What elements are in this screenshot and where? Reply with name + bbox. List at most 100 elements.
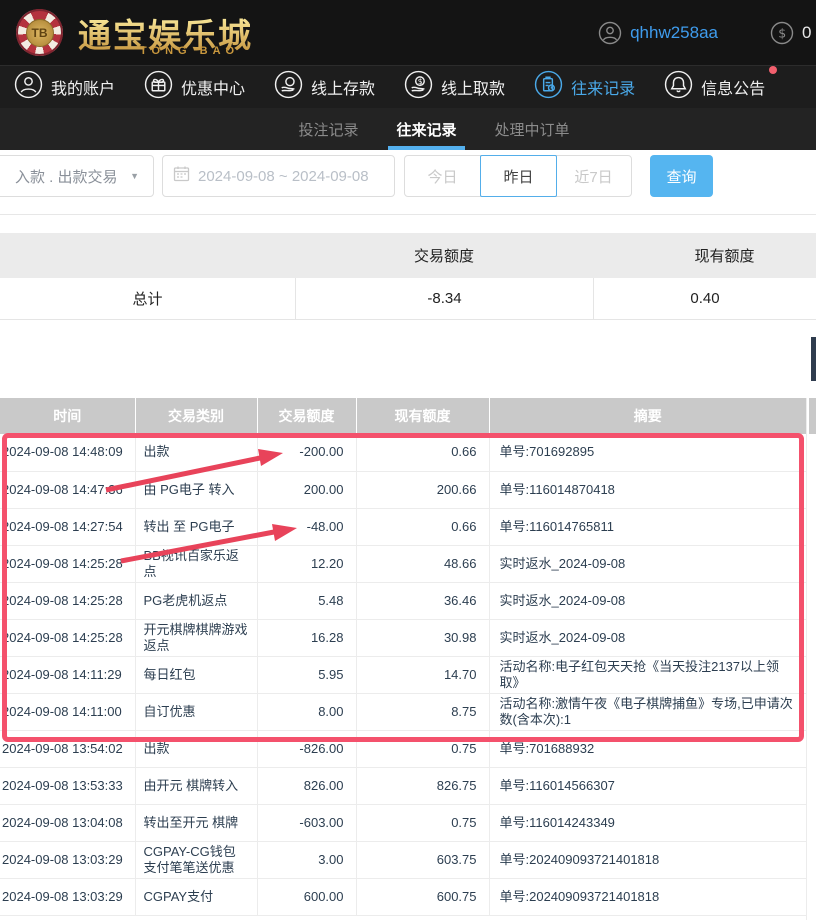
- cell-balance: 603.75: [356, 841, 489, 878]
- cell-time: 2024-09-08 13:53:33: [0, 767, 135, 804]
- summary-header-amount: 交易额度: [295, 245, 593, 266]
- tab-transaction-records[interactable]: 往来记录: [396, 108, 456, 150]
- query-button[interactable]: 查询: [650, 155, 713, 197]
- cell-type: 由 PG电子 转入: [135, 471, 257, 508]
- main-nav: 我的账户 优惠中心 线上存款: [0, 65, 816, 108]
- table-row: 2024-09-08 14:11:00 自订优惠 8.00 8.75 活动名称:…: [0, 693, 806, 730]
- table-row: 2024-09-08 14:25:28 开元棋牌棋牌游戏返点 16.28 30.…: [0, 619, 806, 656]
- cell-time: 2024-09-08 14:25:28: [0, 545, 135, 582]
- cell-balance: 600.75: [356, 878, 489, 915]
- cell-balance: 0.66: [356, 434, 489, 471]
- nav-item-withdraw[interactable]: $ 线上取款: [404, 70, 505, 104]
- cell-type: BB视讯百家乐返点: [135, 545, 257, 582]
- balance-widget[interactable]: $ 0: [770, 21, 816, 45]
- transaction-type-select[interactable]: 入款 . 出款交易 ▼: [0, 155, 154, 197]
- cell-balance: 0.75: [356, 804, 489, 841]
- table-row: 2024-09-08 14:48:09 出款 -200.00 0.66 单号:7…: [0, 434, 806, 471]
- cell-type: 开元棋牌棋牌游戏返点: [135, 619, 257, 656]
- table-right-border: [806, 398, 807, 920]
- today-button[interactable]: 今日: [405, 156, 481, 196]
- quick-range-group: 今日 昨日 近7日: [404, 155, 632, 197]
- nav-label: 信息公告: [701, 75, 765, 99]
- cell-summary: 单号:202409093721401818: [489, 878, 806, 915]
- cell-balance: 0.75: [356, 730, 489, 767]
- cell-type: 转出 至 PG电子: [135, 508, 257, 545]
- gift-icon: [144, 70, 173, 104]
- nav-item-deposit[interactable]: 线上存款: [274, 70, 375, 104]
- cell-amount: 600.00: [257, 878, 356, 915]
- col-summary: 摘要: [489, 398, 806, 434]
- select-value: 入款 . 出款交易: [15, 166, 130, 187]
- dollar-icon: $: [770, 21, 794, 45]
- cell-type: 出款: [135, 434, 257, 471]
- cell-time: 2024-09-08 14:48:09: [0, 434, 135, 471]
- cell-amount: 200.00: [257, 471, 356, 508]
- logo-chip-label: TB: [26, 19, 54, 47]
- cell-summary: 单号:116014566307: [489, 767, 806, 804]
- summary-total-balance: 0.40: [593, 278, 816, 320]
- table-row: 2024-09-08 14:27:54 转出 至 PG电子 -48.00 0.6…: [0, 508, 806, 545]
- cell-amount: 5.48: [257, 582, 356, 619]
- summary-total-row: 总计 -8.34 0.40: [0, 278, 816, 320]
- cell-amount: -603.00: [257, 804, 356, 841]
- nav-label: 往来记录: [571, 75, 635, 99]
- table-row: 2024-09-08 14:11:29 每日红包 5.95 14.70 活动名称…: [0, 656, 806, 693]
- table-row: 2024-09-08 14:25:28 BB视讯百家乐返点 12.20 48.6…: [0, 545, 806, 582]
- cell-balance: 30.98: [356, 619, 489, 656]
- cell-time: 2024-09-08 14:11:29: [0, 656, 135, 693]
- col-time: 时间: [0, 398, 135, 434]
- nav-item-announcements[interactable]: 信息公告: [664, 70, 765, 104]
- top-header: TB 通宝娱乐城 TONG BAO qhhw258aa $ 0: [0, 0, 816, 65]
- cell-balance: 8.75: [356, 693, 489, 730]
- cell-time: 2024-09-08 14:25:28: [0, 582, 135, 619]
- cell-amount: 8.00: [257, 693, 356, 730]
- summary-table: 交易额度 现有额度 总计 -8.34 0.40: [0, 233, 816, 320]
- cell-summary: 单号:202409093721401818: [489, 841, 806, 878]
- cell-type: 转出至开元 棋牌: [135, 804, 257, 841]
- cell-time: 2024-09-08 13:04:08: [0, 804, 135, 841]
- cell-summary: 活动名称:电子红包天天抢《当天投注2137以上领取》: [489, 656, 806, 693]
- cell-balance: 0.66: [356, 508, 489, 545]
- cell-type: CGPAY-CG钱包支付笔笔送优惠: [135, 841, 257, 878]
- cell-balance: 826.75: [356, 767, 489, 804]
- cell-type: 出款: [135, 730, 257, 767]
- tab-pending-orders[interactable]: 处理中订单: [495, 108, 570, 150]
- tab-betting-records[interactable]: 投注记录: [298, 108, 358, 150]
- page: TB 通宝娱乐城 TONG BAO qhhw258aa $ 0: [0, 0, 816, 920]
- nav-label: 优惠中心: [181, 75, 245, 99]
- cell-summary: 实时返水_2024-09-08: [489, 545, 806, 582]
- svg-text:$: $: [418, 77, 423, 86]
- yesterday-button[interactable]: 昨日: [480, 155, 557, 197]
- table-header-fragment: [809, 398, 816, 434]
- nav-item-promotions[interactable]: 优惠中心: [144, 70, 245, 104]
- cell-summary: 实时返水_2024-09-08: [489, 582, 806, 619]
- nav-item-my-account[interactable]: 我的账户: [14, 70, 115, 104]
- cell-summary: 单号:116014243349: [489, 804, 806, 841]
- last7days-button[interactable]: 近7日: [556, 156, 631, 196]
- cell-balance: 36.46: [356, 582, 489, 619]
- filter-bar: 入款 . 出款交易 ▼ 2024-09-08 ~ 2024-09-08 今日 昨…: [0, 150, 816, 214]
- cell-summary: 单号:701688932: [489, 730, 806, 767]
- avatar-icon: [598, 21, 622, 45]
- table-row: 2024-09-08 13:04:08 转出至开元 棋牌 -603.00 0.7…: [0, 804, 806, 841]
- withdraw-icon: $: [404, 70, 433, 104]
- cell-time: 2024-09-08 13:03:29: [0, 878, 135, 915]
- nav-label: 线上存款: [311, 75, 375, 99]
- cell-balance: 48.66: [356, 545, 489, 582]
- table-row: 2024-09-08 13:53:33 由开元 棋牌转入 826.00 826.…: [0, 767, 806, 804]
- chevron-down-icon: ▼: [130, 171, 139, 181]
- logo-chip[interactable]: TB: [16, 9, 63, 56]
- cell-summary: 实时返水_2024-09-08: [489, 619, 806, 656]
- nav-item-records[interactable]: 往来记录: [534, 70, 635, 104]
- svg-text:$: $: [778, 25, 786, 40]
- cell-amount: 12.20: [257, 545, 356, 582]
- date-range-input[interactable]: 2024-09-08 ~ 2024-09-08: [162, 155, 395, 197]
- username[interactable]: qhhw258aa: [630, 23, 718, 43]
- balance-value: 0: [802, 23, 811, 43]
- table-row: 2024-09-08 14:25:28 PG老虎机返点 5.48 36.46 实…: [0, 582, 806, 619]
- cell-amount: 16.28: [257, 619, 356, 656]
- logo-subtitle: TONG BAO: [140, 45, 239, 57]
- user-icon: [14, 70, 43, 104]
- summary-total-amount: -8.34: [295, 278, 593, 320]
- cell-summary: 单号:701692895: [489, 434, 806, 471]
